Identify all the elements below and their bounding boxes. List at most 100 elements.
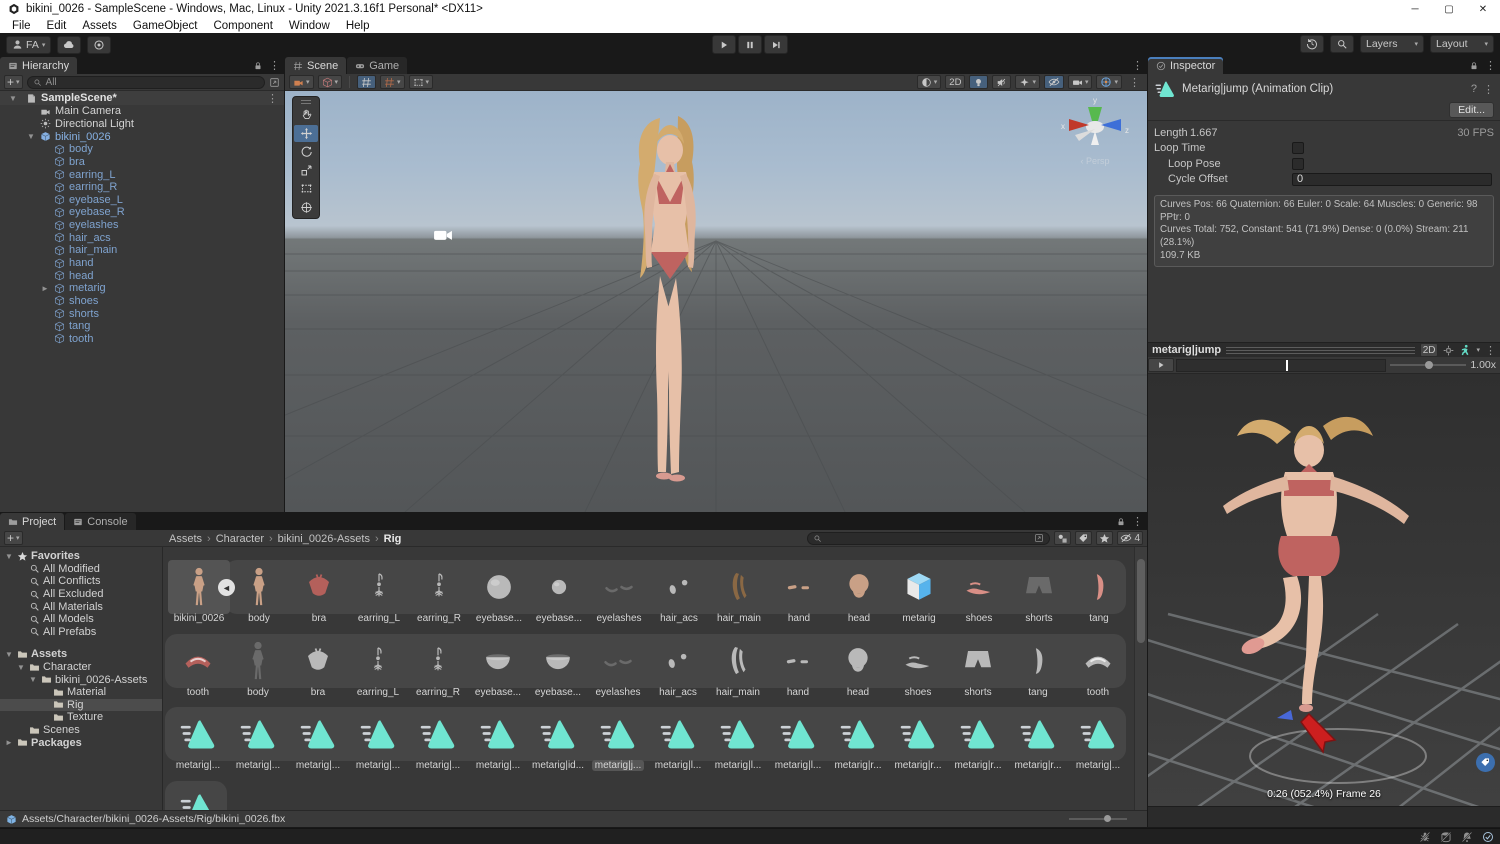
expander-icon[interactable] [4, 552, 14, 561]
asset-earring_R[interactable]: earring_R [408, 634, 468, 706]
plastic-scm-button[interactable] [87, 36, 111, 54]
asset-metarig|...[interactable]: metarig|... [1068, 707, 1128, 779]
asset-metarig[interactable]: metarig [889, 560, 949, 632]
step-button[interactable] [764, 35, 788, 54]
asset-clip[interactable] [168, 781, 228, 810]
maximize-button[interactable] [1432, 0, 1466, 18]
help-icon[interactable]: ? [1471, 83, 1477, 95]
search-window-icon[interactable] [1034, 533, 1044, 543]
tree-item-Material[interactable]: Material [0, 686, 162, 699]
draw-mode-dropdown[interactable] [289, 75, 314, 89]
collapse-subassets-button[interactable] [218, 579, 235, 596]
menu-file[interactable]: File [4, 18, 39, 33]
asset-eyelashes[interactable]: eyelashes [588, 634, 648, 706]
hierarchy-item-eyebase_R[interactable]: eyebase_R [0, 206, 284, 219]
asset-head[interactable]: head [829, 560, 889, 632]
menu-help[interactable]: Help [338, 18, 378, 33]
asset-hair_acs[interactable]: hair_acs [648, 634, 708, 706]
asset-metarig|...[interactable]: metarig|... [468, 707, 528, 779]
hierarchy-menu-icon[interactable] [269, 59, 280, 72]
tree-item-Texture[interactable]: Texture [0, 711, 162, 724]
menu-window[interactable]: Window [281, 18, 338, 33]
asset-metarig|r...[interactable]: metarig|r... [1008, 707, 1068, 779]
scene-tab-menu-icon[interactable] [1132, 59, 1143, 72]
asset-grid[interactable]: bodybraearring_Learring_Reyebase...eyeba… [163, 547, 1147, 810]
expander-icon[interactable] [4, 650, 14, 659]
asset-body[interactable]: body [229, 560, 289, 632]
slider-thumb[interactable] [1104, 815, 1111, 822]
thumbnail-size-slider[interactable] [1069, 818, 1127, 820]
preview-drag-handle[interactable] [1226, 347, 1415, 354]
hierarchy-item-head[interactable]: head [0, 269, 284, 282]
asset-hair_acs[interactable]: hair_acs [649, 560, 709, 632]
expander-icon[interactable] [40, 284, 50, 293]
scene-expander-icon[interactable] [8, 94, 18, 103]
clip-menu-icon[interactable] [1483, 83, 1494, 96]
cloud-button[interactable] [57, 36, 81, 54]
asset-metarig|l...[interactable]: metarig|l... [648, 707, 708, 779]
hand-tool[interactable] [294, 106, 318, 124]
hierarchy-item-shorts[interactable]: shorts [0, 307, 284, 320]
scene-lighting-toggle[interactable] [969, 75, 988, 89]
lock-icon[interactable] [253, 61, 263, 71]
asset-hand[interactable]: hand [769, 560, 829, 632]
tab-scene[interactable]: Scene [285, 57, 346, 74]
asset-hand[interactable]: hand [768, 634, 828, 706]
breadcrumb-Assets[interactable]: Assets [169, 533, 202, 545]
tree-item-All Materials[interactable]: All Materials [0, 600, 162, 613]
lock-icon[interactable] [1116, 517, 1126, 527]
grid-visibility-button[interactable] [357, 75, 376, 89]
hierarchy-item-bikini_0026[interactable]: bikini_0026 [0, 130, 284, 143]
hidden-packages-toggle[interactable]: 4 [1117, 531, 1143, 545]
asset-earring_L[interactable]: earring_L [349, 560, 409, 632]
scene-header-row[interactable]: SampleScene* [0, 91, 284, 105]
rotate-tool[interactable] [294, 143, 318, 161]
scene-audio-toggle[interactable] [992, 75, 1011, 89]
camera-overlay-dropdown[interactable] [1068, 75, 1093, 89]
undo-history-button[interactable] [1300, 35, 1324, 53]
project-search-input[interactable] [807, 532, 1050, 545]
breadcrumb-Character[interactable]: Character [216, 533, 264, 545]
asset-body[interactable]: body [228, 634, 288, 706]
asset-metarig|l...[interactable]: metarig|l... [708, 707, 768, 779]
loop-pose-checkbox[interactable] [1292, 158, 1304, 170]
preview-speed-slider[interactable] [1390, 364, 1466, 366]
preview-viewport[interactable]: 0:26 (052.4%) Frame 26 [1148, 374, 1500, 806]
pivot-icon[interactable] [1443, 345, 1454, 356]
asset-tooth[interactable]: tooth [168, 634, 228, 706]
scene-2d-toggle[interactable]: 2D [945, 75, 965, 89]
asset-tang[interactable]: tang [1008, 634, 1068, 706]
hierarchy-item-earring_L[interactable]: earring_L [0, 168, 284, 181]
asset-metarig|r...[interactable]: metarig|r... [948, 707, 1008, 779]
layout-dropdown[interactable]: Layout [1430, 35, 1494, 53]
expander-icon[interactable] [4, 738, 14, 747]
menu-gameobject[interactable]: GameObject [125, 18, 206, 33]
asset-eyelashes[interactable]: eyelashes [589, 560, 649, 632]
avatar-preview-icon[interactable] [1459, 344, 1471, 356]
hierarchy-item-tang[interactable]: tang [0, 320, 284, 333]
global-search-button[interactable] [1330, 35, 1354, 53]
tree-item-Rig[interactable]: Rig [0, 699, 162, 712]
tree-item-Packages[interactable]: Packages [0, 736, 162, 749]
shading-mode-dropdown[interactable] [917, 75, 942, 89]
asset-shoes[interactable]: shoes [888, 634, 948, 706]
scene-menu-icon[interactable] [267, 92, 278, 105]
tab-inspector[interactable]: Inspector [1148, 57, 1223, 74]
asset-metarig|j...[interactable]: metarig|j... [588, 707, 648, 779]
expander-icon[interactable] [26, 132, 36, 141]
asset-tang[interactable]: tang [1069, 560, 1129, 632]
asset-metarig|r...[interactable]: metarig|r... [828, 707, 888, 779]
playhead[interactable] [1286, 360, 1288, 371]
asset-metarig|r...[interactable]: metarig|r... [888, 707, 948, 779]
scene-character[interactable] [600, 106, 740, 506]
tree-item-Scenes[interactable]: Scenes [0, 724, 162, 737]
asset-shorts[interactable]: shorts [948, 634, 1008, 706]
tree-item-All Modified[interactable]: All Modified [0, 563, 162, 576]
tab-console[interactable]: Console [65, 513, 135, 530]
hierarchy-item-eyelashes[interactable]: eyelashes [0, 219, 284, 232]
avatar-dropdown-icon[interactable]: ▾ [1476, 346, 1480, 354]
asset-shoes[interactable]: shoes [949, 560, 1009, 632]
camera-gizmo-icon[interactable] [428, 224, 458, 246]
asset-hair_main[interactable]: hair_main [708, 634, 768, 706]
progress-idle-icon[interactable] [1482, 831, 1494, 843]
